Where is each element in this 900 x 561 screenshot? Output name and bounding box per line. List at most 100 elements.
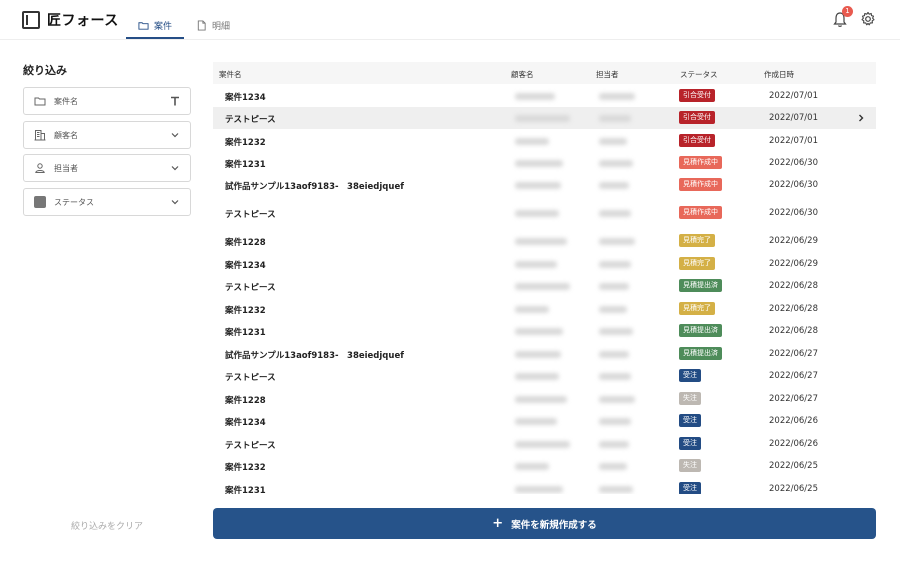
case-name-cell: テストピース: [225, 283, 276, 293]
filter-label: ステータス: [54, 197, 94, 207]
status-badge: 見積完了: [679, 302, 715, 315]
case-name-cell: 案件1228: [225, 238, 266, 248]
chevron-right-icon[interactable]: [857, 113, 865, 123]
customer-cell-redacted: [515, 351, 561, 358]
case-name-cell: 案件1234: [225, 418, 266, 428]
assignee-cell-redacted: [599, 351, 629, 358]
created-date-cell: 2022/06/29: [769, 236, 818, 246]
gear-icon[interactable]: [860, 11, 876, 27]
status-badge: 見積提出済: [679, 279, 722, 292]
customer-cell-redacted: [515, 418, 557, 425]
logo[interactable]: 匠フォース: [22, 10, 119, 30]
column-header-created-at[interactable]: 作成日時: [764, 69, 794, 80]
column-header-status[interactable]: ステータス: [680, 69, 718, 80]
chevron-down-icon: [171, 133, 179, 138]
customer-cell-redacted: [515, 261, 557, 268]
table-row[interactable]: 案件1231 見積提出済 2022/06/28: [213, 320, 876, 342]
assignee-cell-redacted: [599, 93, 635, 100]
column-header-assignee[interactable]: 担当者: [596, 69, 619, 80]
filter-customer-name[interactable]: 顧客名: [23, 121, 191, 149]
status-badge: 受注: [679, 369, 701, 382]
customer-cell-redacted: [515, 373, 559, 380]
case-name-cell: 案件1231: [225, 160, 266, 170]
assignee-cell-redacted: [599, 261, 631, 268]
created-date-cell: 2022/06/27: [769, 371, 818, 381]
table-row[interactable]: 試作品サンプル13aof9183- 38eiedjquef 見積作成中 2022/0…: [213, 174, 876, 196]
header: 匠フォース 案件 明細 1: [0, 0, 900, 40]
filter-title: 絞り込み: [23, 64, 67, 77]
created-date-cell: 2022/06/30: [769, 208, 818, 218]
created-date-cell: 2022/06/26: [769, 416, 818, 426]
case-name-cell: テストピース: [225, 373, 276, 383]
case-name-cell: 案件1232: [225, 463, 266, 473]
table-row[interactable]: 試作品サンプル13aof9183- 38eiedjquef 見積提出済 2022/0…: [213, 343, 876, 365]
status-badge: 見積作成中: [679, 178, 722, 191]
table-row[interactable]: テストピース 見積作成中 2022/06/30: [213, 202, 876, 224]
table-row[interactable]: 案件1228 失注 2022/06/27: [213, 388, 876, 410]
table-row[interactable]: 案件1232 引合受付 2022/07/01: [213, 130, 876, 152]
status-square-icon: [34, 196, 46, 208]
table-row[interactable]: 案件1228 見積完了 2022/06/29: [213, 230, 876, 252]
case-name-cell: テストピース: [225, 441, 276, 451]
chevron-down-icon: [171, 166, 179, 171]
customer-cell-redacted: [515, 396, 567, 403]
filter-label: 案件名: [54, 96, 78, 106]
status-badge: 失注: [679, 459, 701, 472]
customer-cell-redacted: [515, 210, 559, 217]
status-badge: 引合受付: [679, 134, 715, 147]
building-icon: [34, 130, 46, 141]
filter-case-name[interactable]: 案件名: [23, 87, 191, 115]
create-case-button[interactable]: + 案件を新規作成する: [213, 508, 876, 539]
text-format-icon: [171, 96, 179, 106]
case-name-cell: テストピース: [225, 210, 276, 220]
table-row[interactable]: 案件1232 見積完了 2022/06/28: [213, 298, 876, 320]
table-row[interactable]: テストピース 受注 2022/06/26: [213, 433, 876, 455]
table-row[interactable]: 案件1231 受注 2022/06/25: [213, 478, 876, 494]
created-date-cell: 2022/07/01: [769, 91, 818, 101]
customer-cell-redacted: [515, 115, 570, 122]
tab-cases[interactable]: 案件: [125, 12, 185, 39]
table-row[interactable]: 案件1234 引合受付 2022/07/01: [213, 85, 876, 107]
assignee-cell-redacted: [599, 238, 635, 245]
column-header-case-name[interactable]: 案件名: [219, 69, 242, 80]
case-name-cell: 案件1234: [225, 261, 266, 271]
assignee-cell-redacted: [599, 396, 635, 403]
assignee-cell-redacted: [599, 160, 633, 167]
clear-filter-button[interactable]: 絞り込みをクリア: [23, 519, 191, 532]
assignee-cell-redacted: [599, 283, 629, 290]
table-row[interactable]: 案件1231 見積作成中 2022/06/30: [213, 152, 876, 174]
status-badge: 見積完了: [679, 234, 715, 247]
column-header-customer[interactable]: 顧客名: [511, 69, 534, 80]
case-name-cell: 案件1234: [225, 93, 266, 103]
plus-icon: +: [492, 516, 504, 531]
customer-cell-redacted: [515, 138, 549, 145]
table-row[interactable]: テストピース 引合受付 2022/07/01: [213, 107, 876, 129]
created-date-cell: 2022/06/30: [769, 180, 818, 190]
created-date-cell: 2022/06/27: [769, 394, 818, 404]
table-header: 案件名 顧客名 担当者 ステータス 作成日時: [213, 62, 876, 84]
created-date-cell: 2022/06/26: [769, 439, 818, 449]
tab-details-label: 明細: [212, 21, 231, 32]
table-row[interactable]: テストピース 受注 2022/06/27: [213, 365, 876, 387]
app-window: 匠フォース 案件 明細 1 絞り込み 案件名 顧客名 担当者 ステータス 絞り込…: [0, 0, 900, 561]
created-date-cell: 2022/06/25: [769, 484, 818, 494]
tab-details[interactable]: 明細: [196, 12, 230, 38]
table-row[interactable]: 案件1234 見積完了 2022/06/29: [213, 253, 876, 275]
assignee-cell-redacted: [599, 328, 633, 335]
case-name-cell: 案件1231: [225, 328, 266, 338]
created-date-cell: 2022/07/01: [769, 136, 818, 146]
table-row[interactable]: 案件1234 受注 2022/06/26: [213, 410, 876, 432]
filter-label: 顧客名: [54, 130, 78, 140]
table-row[interactable]: 案件1232 失注 2022/06/25: [213, 455, 876, 477]
created-date-cell: 2022/06/28: [769, 304, 818, 314]
status-badge: 失注: [679, 392, 701, 405]
case-name-cell: 案件1228: [225, 396, 266, 406]
status-badge: 受注: [679, 414, 701, 427]
customer-cell-redacted: [515, 238, 567, 245]
filter-assignee[interactable]: 担当者: [23, 154, 191, 182]
status-badge: 受注: [679, 437, 701, 450]
customer-cell-redacted: [515, 463, 549, 470]
table-row[interactable]: テストピース 見積提出済 2022/06/28: [213, 275, 876, 297]
filter-status[interactable]: ステータス: [23, 188, 191, 216]
assignee-cell-redacted: [599, 441, 629, 448]
